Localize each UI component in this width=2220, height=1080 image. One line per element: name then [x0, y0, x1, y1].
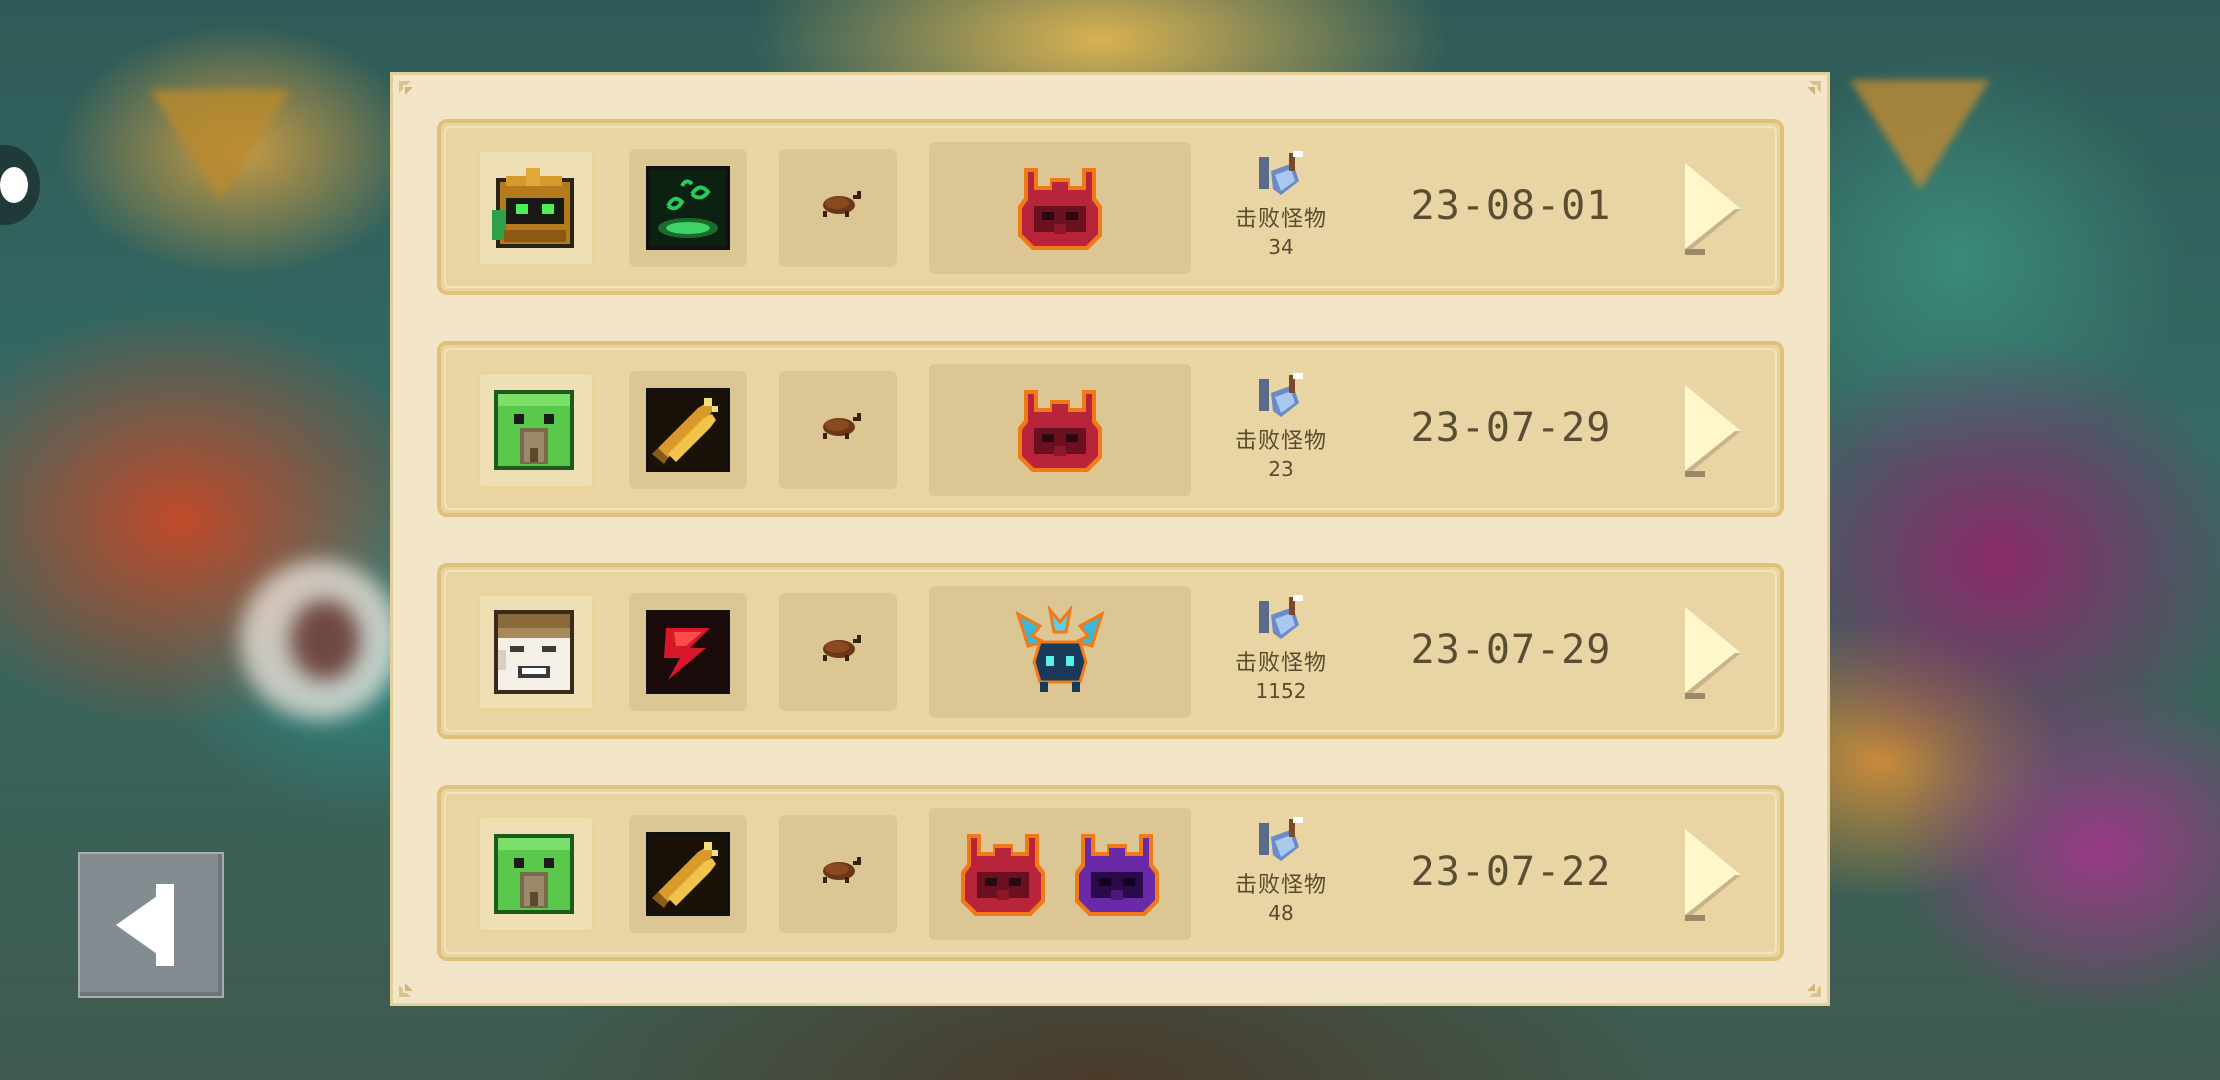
hero-slot: [477, 371, 595, 489]
sword-shield-icon: [1259, 595, 1303, 639]
beetle-pet-icon: [823, 857, 861, 883]
beetle-pet-icon: [823, 191, 861, 217]
red-horned-demon-icon: [961, 834, 1045, 916]
knight-helmet-icon: [492, 168, 574, 248]
green-elf-icon: [494, 834, 574, 914]
panel-corner-ornament: [399, 81, 413, 95]
run-date: 23-07-22: [1410, 849, 1612, 895]
play-arrow-icon[interactable]: [1685, 607, 1745, 699]
play-arrow-icon[interactable]: [1685, 829, 1745, 921]
red-slash-skill-icon: [646, 610, 730, 694]
kills-label: 击败怪物: [1234, 873, 1327, 898]
boss-slot: [929, 586, 1191, 718]
meme-face-icon: [494, 610, 574, 694]
pet-slot: [779, 815, 897, 933]
green-elf-icon: [494, 390, 574, 470]
red-horned-demon-icon: [1018, 390, 1102, 472]
red-horned-demon-icon: [1018, 168, 1102, 250]
hero-slot: [477, 593, 595, 711]
play-arrow-icon[interactable]: [1685, 163, 1745, 255]
back-arrow-icon: [116, 884, 174, 966]
kills-count: 1152: [1255, 679, 1307, 703]
panel-corner-ornament: [1807, 81, 1821, 95]
hero-slot: [477, 815, 595, 933]
pet-slot: [779, 371, 897, 489]
run-date: 23-07-29: [1410, 405, 1612, 451]
kills-stat: 击败怪物 48: [1221, 817, 1341, 925]
run-date: 23-07-29: [1410, 627, 1612, 673]
pet-slot: [779, 149, 897, 267]
kills-count: 48: [1268, 901, 1294, 925]
boss-slot: [929, 364, 1191, 496]
kills-label: 击败怪物: [1234, 207, 1327, 232]
sword-shield-icon: [1259, 817, 1303, 861]
kills-count: 23: [1268, 457, 1294, 481]
panel-corner-ornament: [1807, 983, 1821, 997]
run-history-panel: 击败怪物 34 23-08-01 击败怪物 23 23-07-29 击败怪物 1…: [390, 72, 1830, 1006]
kills-count: 34: [1268, 235, 1294, 259]
play-arrow-icon[interactable]: [1685, 385, 1745, 477]
kills-stat: 击败怪物 34: [1221, 151, 1341, 259]
boss-slot: [929, 142, 1191, 274]
sword-shield-icon: [1259, 373, 1303, 417]
weapon-slot: [629, 593, 747, 711]
golden-guns-icon: [646, 388, 730, 472]
kills-stat: 击败怪物 1152: [1221, 595, 1341, 703]
run-record-row[interactable]: 击败怪物 23 23-07-29: [437, 341, 1784, 517]
kills-label: 击败怪物: [1234, 651, 1327, 676]
hero-slot: [477, 149, 595, 267]
weapon-slot: [629, 371, 747, 489]
run-record-row[interactable]: 击败怪物 48 23-07-22: [437, 785, 1784, 961]
blue-crystal-beetle-icon: [1015, 604, 1105, 692]
purple-horned-demon-icon: [1075, 834, 1159, 916]
run-record-row[interactable]: 击败怪物 1152 23-07-29: [437, 563, 1784, 739]
sword-shield-icon: [1259, 151, 1303, 195]
golden-guns-icon: [646, 832, 730, 916]
green-vortex-skill-icon: [646, 166, 730, 250]
beetle-pet-icon: [823, 635, 861, 661]
kills-label: 击败怪物: [1234, 429, 1327, 454]
panel-corner-ornament: [399, 983, 413, 997]
run-record-row[interactable]: 击败怪物 34 23-08-01: [437, 119, 1784, 295]
beetle-pet-icon: [823, 413, 861, 439]
back-button[interactable]: [78, 852, 224, 998]
run-date: 23-08-01: [1410, 183, 1612, 229]
boss-slot: [929, 808, 1191, 940]
pet-slot: [779, 593, 897, 711]
weapon-slot: [629, 815, 747, 933]
kills-stat: 击败怪物 23: [1221, 373, 1341, 481]
weapon-slot: [629, 149, 747, 267]
